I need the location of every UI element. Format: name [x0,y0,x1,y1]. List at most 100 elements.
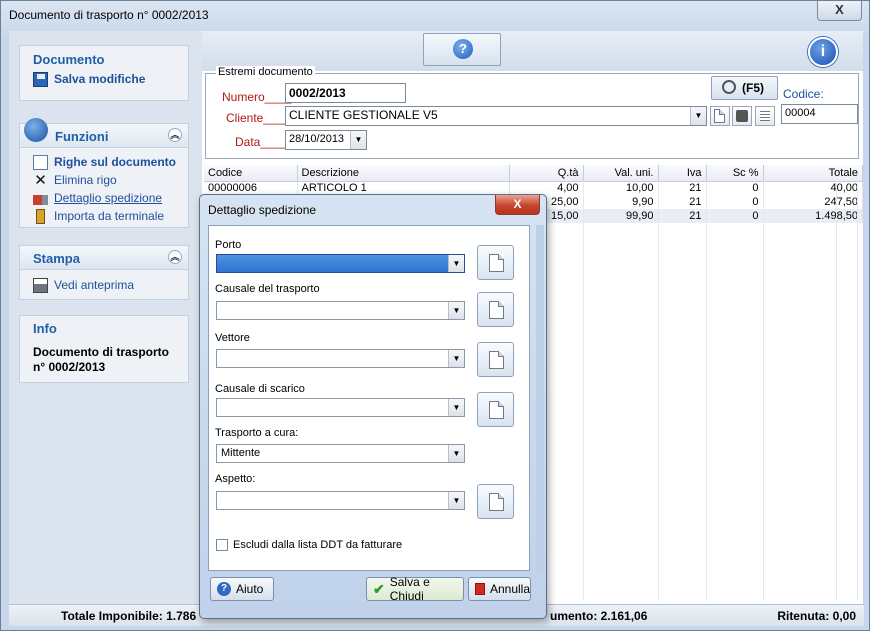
cell-iva: 21 [658,209,707,223]
grid-divider [583,181,584,601]
causale-scarico-label: Causale di scarico [215,383,305,395]
dialog-close-button[interactable]: X [495,195,540,215]
grid-divider [763,181,764,601]
dettaglio-spedizione-dialog: Dettaglio spedizione X Porto ▼ Causale d… [199,194,547,619]
terminal-icon [36,208,45,224]
new-document-icon [489,301,504,319]
new-cliente-button[interactable] [710,106,730,126]
data-input[interactable]: 28/10/2013 ▼ [285,130,367,150]
col-descrizione[interactable]: Descrizione [297,165,510,182]
new-causale-trasporto-button[interactable] [477,292,514,327]
settings-icon [736,110,748,122]
righe-documento-link[interactable]: Righe sul documento [20,153,188,171]
aspetto-select[interactable]: ▼ [216,491,465,510]
col-qta[interactable]: Q.tà [509,165,584,182]
causale-trasporto-select[interactable]: ▼ [216,301,465,320]
totale-imponibile: Totale Imponibile: 1.786 [61,609,197,623]
vedi-anteprima-link[interactable]: Vedi anteprima [20,276,188,294]
aspetto-label: Aspetto: [215,473,256,485]
chevron-down-icon[interactable]: ▼ [448,399,464,416]
new-document-icon [489,401,504,419]
new-vettore-button[interactable] [477,342,514,377]
cell-totale: 40,00 [763,181,863,195]
list-cliente-button[interactable] [755,106,775,126]
col-iva[interactable]: Iva [658,165,707,182]
aiuto-label: Aiuto [236,582,264,596]
new-causale-scarico-button[interactable] [477,392,514,427]
search-button[interactable]: (F5) [711,76,778,100]
sidebar: Documento Salva modifiche Funzioni ︽ Rig… [9,31,202,604]
codice-input[interactable]: 00004 [781,104,858,124]
dialog-scrollbar[interactable] [536,225,544,571]
dettaglio-spedizione-label: Dettaglio spedizione [54,191,163,205]
vettore-select[interactable]: ▼ [216,349,465,368]
new-porto-button[interactable] [477,245,514,280]
cliente-value: CLIENTE GESTIONALE V5 [289,108,438,122]
cell-iva: 21 [658,195,707,209]
porto-label: Porto [215,239,242,251]
new-aspetto-button[interactable] [477,484,514,519]
title-bar: Documento di trasporto n° 0002/2013 X [1,1,869,31]
escludi-ddt-checkbox[interactable] [216,539,228,551]
cell-totale: 247,50 [763,195,863,209]
chevron-down-icon[interactable]: ▼ [448,492,464,509]
col-sconto[interactable]: Sc % [706,165,764,182]
elimina-rigo-link[interactable]: ✕ Elimina rigo [20,171,188,189]
totale-documento: umento: 2.161,06 [550,609,648,623]
help-icon: ? [217,582,231,596]
importa-terminale-link[interactable]: Importa da terminale [20,207,188,225]
table-header-row: Codice Descrizione Q.tà Val. uni. Iva Sc… [204,165,863,182]
vettore-label: Vettore [215,332,250,344]
aiuto-button[interactable]: ? Aiuto [210,577,274,601]
porto-select[interactable]: ▼ [216,254,465,273]
dialog-title: Dettaglio spedizione [208,203,317,217]
grid-divider [857,181,858,601]
salva-chiudi-button[interactable]: ✔ Salva e Chiudi [366,575,464,603]
col-val-uni[interactable]: Val. uni. [583,165,659,182]
trasporto-cura-select[interactable]: Mittente ▼ [216,444,465,463]
panel-stampa-header[interactable]: Stampa ︽ [20,246,188,270]
numero-input[interactable]: 0002/2013 [285,83,406,103]
help-button[interactable]: ? [423,33,501,66]
help-icon: ? [453,39,473,59]
salva-modifiche-link[interactable]: Salva modifiche [20,70,188,88]
col-codice[interactable]: Codice [204,165,298,182]
collapse-icon[interactable]: ︽ [168,250,182,264]
cell-totale: 1.498,50 [763,209,863,223]
vedi-anteprima-label: Vedi anteprima [54,278,135,292]
grid-divider [706,181,707,601]
info-icon[interactable]: i [808,37,838,67]
dettaglio-spedizione-link[interactable]: Dettaglio spedizione [20,189,188,207]
salva-modifiche-label: Salva modifiche [54,72,146,86]
search-icon [722,80,736,94]
chevron-down-icon[interactable]: ▼ [448,350,464,367]
collapse-icon[interactable]: ︽ [168,128,182,142]
chevron-down-icon[interactable]: ▼ [690,107,706,125]
annulla-button[interactable]: Annulla [468,577,531,601]
edit-cliente-button[interactable] [732,106,752,126]
chevron-down-icon[interactable]: ▼ [448,255,464,272]
ritenuta: Ritenuta: 0,00 [777,609,856,623]
panel-info: Info Documento di trasporto n° 0002/2013 [19,315,189,383]
window-close-button[interactable]: X [817,1,862,21]
trasporto-cura-value: Mittente [221,447,261,459]
document-icon [33,154,48,170]
panel-funzioni-header[interactable]: Funzioni ︽ [20,118,188,148]
annulla-label: Annulla [489,582,530,596]
cell-codice: 00000006 [204,181,298,195]
trasporto-cura-label: Trasporto a cura: [215,427,299,439]
panel-funzioni-title: Funzioni [55,129,109,144]
chevron-down-icon[interactable]: ▼ [448,302,464,319]
panel-stampa-title: Stampa [33,251,80,266]
causale-scarico-select[interactable]: ▼ [216,398,465,417]
cell-val-uni: 10,00 [583,181,659,195]
chevron-down-icon[interactable]: ▼ [448,445,464,462]
cell-qta: 4,00 [509,181,584,195]
list-icon [760,111,770,121]
cell-sconto: 0 [706,181,764,195]
printer-icon [33,277,48,293]
col-totale[interactable]: Totale [763,165,863,182]
cliente-select[interactable]: CLIENTE GESTIONALE V5 ▼ [285,106,707,126]
estremi-documento: Estremi documento Numero____ 0002/2013 C… [205,66,859,159]
calendar-dropdown-icon[interactable]: ▼ [350,131,366,149]
